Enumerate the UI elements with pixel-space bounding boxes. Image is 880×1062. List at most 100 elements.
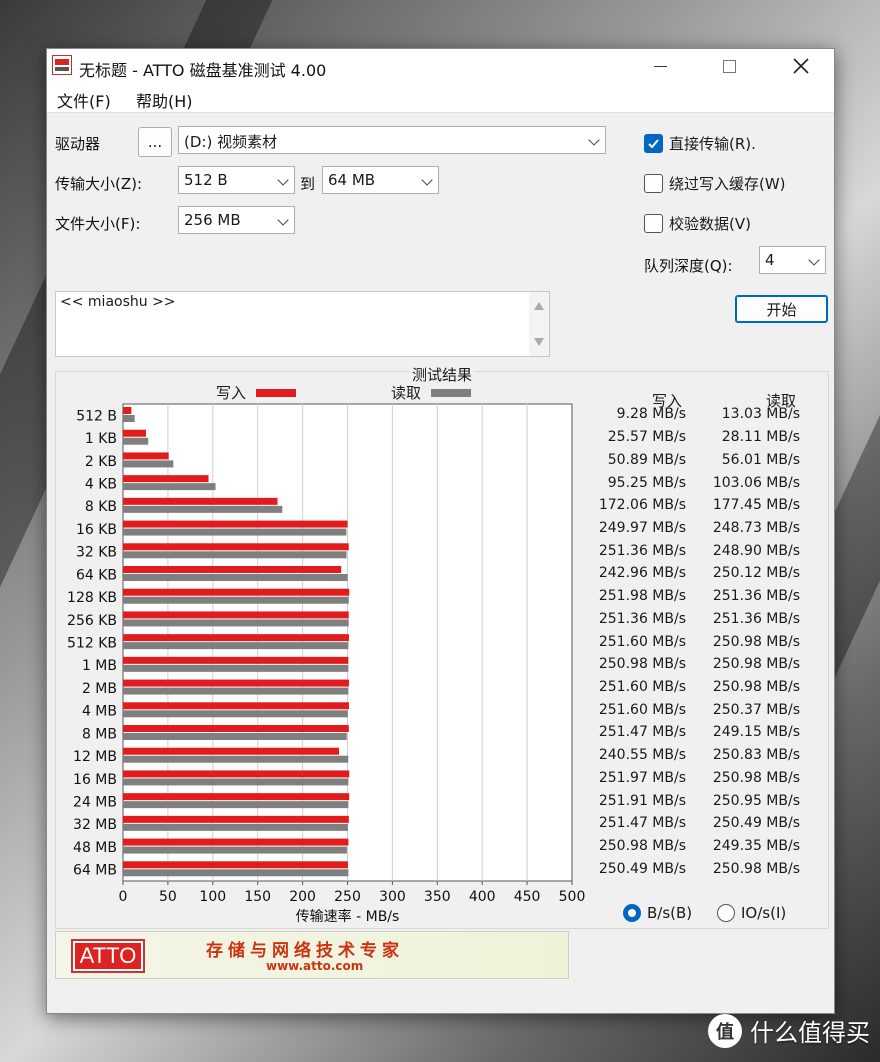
window-title: 无标题 - ATTO 磁盘基准测试 4.00 — [79, 61, 327, 80]
watermark-logo-icon: 值 — [708, 1013, 742, 1048]
banner-slogan: 存储与网络技术专家 — [206, 941, 404, 961]
write-bar — [123, 475, 209, 483]
category-label: 1 MB — [82, 658, 117, 674]
unit-io-radio[interactable]: IO/s(I) — [717, 904, 786, 922]
read-bar — [123, 460, 174, 468]
category-label: 4 KB — [85, 477, 117, 493]
unit-bytes-radio[interactable]: B/s(B) — [623, 904, 692, 922]
write-value: 251.60 MB/s — [598, 678, 686, 695]
write-value: 249.97 MB/s — [598, 519, 686, 536]
description-text: << miaoshu >> — [60, 294, 176, 310]
write-bar — [123, 429, 146, 437]
x-tick-label: 150 — [244, 889, 271, 905]
file-size-select[interactable]: 256 MB — [178, 206, 295, 234]
transfer-to-label: 到 — [300, 175, 316, 193]
read-bar — [123, 483, 216, 491]
read-bar — [123, 755, 349, 763]
browse-button[interactable]: ... — [138, 127, 172, 157]
write-value: 251.91 MB/s — [598, 792, 686, 809]
read-bar — [123, 528, 347, 536]
drive-select[interactable]: (D:) 视频素材 — [178, 126, 606, 154]
watermark-text: 什么值得买 — [750, 1019, 870, 1047]
write-bar — [123, 815, 349, 823]
write-bar — [123, 497, 278, 505]
radio-selected-icon — [623, 904, 641, 922]
write-value: 50.89 MB/s — [607, 451, 686, 468]
write-value: 251.98 MB/s — [598, 588, 686, 605]
direct-io-label: 直接传输(R). — [669, 135, 756, 153]
write-value: 251.60 MB/s — [598, 633, 686, 650]
results-panel: 测试结果 写入 读取 0 50 100 150 200 250 300 350 400 450 50… — [55, 364, 829, 929]
transfer-from-select[interactable]: 512 B — [178, 166, 295, 194]
transfer-to-select[interactable]: 64 MB — [322, 166, 439, 194]
write-bar — [123, 770, 350, 778]
read-bar — [123, 415, 135, 422]
read-value: 250.12 MB/s — [712, 565, 800, 582]
read-value: 250.98 MB/s — [712, 860, 800, 877]
scroll-down-icon[interactable] — [534, 338, 544, 346]
minimize-button[interactable] — [637, 49, 683, 83]
read-value: 249.35 MB/s — [712, 837, 800, 854]
read-value: 251.36 MB/s — [712, 610, 800, 627]
read-value: 250.98 MB/s — [712, 769, 800, 786]
close-button[interactable] — [778, 49, 824, 83]
checkbox-empty-icon — [644, 174, 663, 193]
read-bar — [123, 801, 349, 809]
read-bar — [123, 710, 348, 718]
transfer-rate-chart: 0 50 100 150 200 250 300 350 400 450 500 传输速率 - MB/… — [67, 403, 586, 925]
write-value: 250.98 MB/s — [598, 656, 686, 673]
scroll-up-icon[interactable] — [534, 302, 544, 310]
read-value: 13.03 MB/s — [721, 406, 800, 423]
write-value: 251.36 MB/s — [598, 610, 686, 627]
direct-io-checkbox[interactable]: 直接传输(R). — [644, 133, 756, 154]
write-bar — [123, 543, 349, 551]
checkbox-checked-icon — [644, 134, 663, 153]
atto-app-icon — [52, 55, 72, 75]
read-bar — [123, 619, 349, 627]
read-bar — [123, 551, 347, 559]
bypass-cache-label: 绕过写入缓存(W) — [669, 175, 786, 193]
verify-label: 校验数据(V) — [669, 215, 751, 233]
write-bar — [123, 452, 169, 460]
bypass-cache-checkbox[interactable]: 绕过写入缓存(W) — [644, 173, 786, 194]
read-bar — [123, 869, 349, 877]
category-label: 4 MB — [82, 704, 117, 720]
write-value: 9.28 MB/s — [616, 406, 686, 423]
x-tick-label: 500 — [559, 889, 586, 905]
maximize-button[interactable] — [706, 49, 752, 83]
write-value: 25.57 MB/s — [607, 429, 686, 446]
menu-file[interactable]: 文件(F) — [57, 88, 111, 112]
category-label: 24 MB — [73, 795, 117, 811]
verify-checkbox[interactable]: 校验数据(V) — [644, 213, 751, 234]
maximize-icon — [722, 59, 736, 73]
read-bar — [123, 505, 283, 513]
radio-empty-icon — [717, 904, 735, 922]
read-bar — [123, 596, 349, 604]
category-label: 2 KB — [85, 454, 117, 470]
x-tick-label: 400 — [469, 889, 496, 905]
description-textarea[interactable]: << miaoshu >> — [55, 291, 550, 357]
read-value: 250.98 MB/s — [712, 678, 800, 695]
x-tick-label: 250 — [334, 889, 361, 905]
banner-site: www.atto.com — [266, 959, 364, 973]
description-scrollbar[interactable] — [529, 292, 549, 356]
read-value: 250.98 MB/s — [712, 656, 800, 673]
write-bar — [123, 588, 350, 596]
start-button[interactable]: 开始 — [735, 295, 828, 323]
title-bar[interactable]: 无标题 - ATTO 磁盘基准测试 4.00 — [47, 49, 834, 83]
unit-bytes-label: B/s(B) — [647, 904, 693, 922]
category-label: 512 KB — [67, 636, 117, 652]
write-value: 251.36 MB/s — [598, 542, 686, 559]
queue-depth-select[interactable]: 4 — [759, 246, 826, 274]
read-value: 250.98 MB/s — [712, 633, 800, 650]
category-label: 32 KB — [76, 545, 117, 561]
category-label: 12 MB — [73, 749, 117, 765]
read-value: 28.11 MB/s — [721, 429, 800, 446]
category-label: 64 MB — [73, 863, 117, 879]
x-tick-label: 0 — [119, 889, 128, 905]
queue-depth-value: 4 — [765, 251, 775, 269]
read-value: 248.73 MB/s — [712, 519, 800, 536]
menu-help[interactable]: 帮助(H) — [136, 88, 193, 112]
read-value: 103.06 MB/s — [712, 474, 800, 491]
write-bar — [123, 634, 349, 642]
